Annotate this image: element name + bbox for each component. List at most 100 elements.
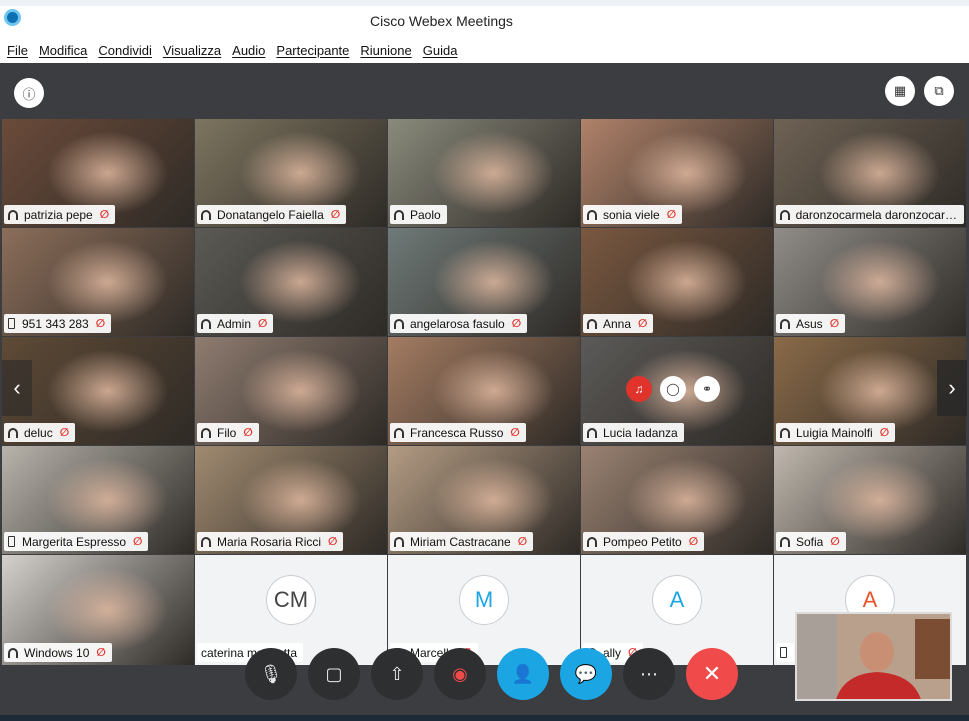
- participant-label: Luigia Mainolfi ∅: [776, 423, 896, 442]
- participant-tile[interactable]: Sofia ∅: [774, 446, 966, 554]
- chat-icon[interactable]: ◯: [660, 376, 686, 402]
- headset-icon: [394, 209, 404, 220]
- participant-tile[interactable]: Windows 10 ∅: [2, 555, 194, 665]
- participant-label: patrizia pepe ∅: [4, 205, 116, 224]
- headset-icon: [587, 536, 597, 547]
- participant-tile[interactable]: Filo ∅: [195, 337, 387, 445]
- participant-name: Francesca Russo: [410, 425, 504, 440]
- headset-icon: [780, 536, 790, 547]
- chat-button[interactable]: 💬: [560, 648, 612, 700]
- participant-tile[interactable]: Donatangelo Faiella ∅: [195, 119, 387, 227]
- close-icon: ✕: [702, 661, 722, 686]
- muted-microphone-icon: ∅: [638, 318, 648, 330]
- share-button[interactable]: ⇧: [371, 648, 423, 700]
- participant-tile[interactable]: daronzocarmela daronzocarmela: [774, 119, 966, 227]
- muted-microphone-icon: ∅: [829, 318, 840, 330]
- participant-tile[interactable]: sonia viele ∅: [581, 119, 773, 227]
- info-icon[interactable]: ⓘ: [14, 78, 44, 108]
- muted-microphone-icon: ∅: [95, 318, 106, 330]
- participant-name: Windows 10: [24, 645, 90, 660]
- record-icon: ◉: [452, 663, 468, 684]
- muted-microphone-icon: ∅: [133, 536, 143, 548]
- share-icon: ⇧: [389, 663, 405, 684]
- participant-label: Francesca Russo ∅: [390, 423, 526, 442]
- headset-icon: [201, 209, 211, 220]
- participant-tile[interactable]: Paolo: [388, 119, 580, 227]
- participant-name: Margerita Espresso: [22, 534, 127, 549]
- participants-button[interactable]: 👤: [497, 648, 549, 700]
- headset-icon: [394, 427, 404, 438]
- participant-label: sonia viele ∅: [583, 205, 683, 224]
- avatar: A: [652, 575, 702, 625]
- participant-label: 951 343 283 ∅: [4, 314, 112, 333]
- participant-name: deluc: [24, 425, 53, 440]
- video-button[interactable]: ▢: [308, 648, 360, 700]
- headset-icon: [780, 318, 790, 329]
- muted-microphone-icon: ∅: [688, 536, 699, 548]
- mute-button[interactable]: 🎙: [245, 648, 297, 700]
- muted-microphone-icon: ∅: [666, 209, 677, 221]
- microphone-icon: 🎙: [259, 663, 283, 684]
- menu-item-condividi[interactable]: Condividi: [98, 43, 151, 58]
- headset-icon: [587, 318, 597, 329]
- headset-icon: [394, 536, 404, 547]
- pin-icon[interactable]: ⚭: [694, 376, 720, 402]
- camera-icon: ▢: [325, 663, 343, 684]
- muted-microphone-icon: ∅: [830, 536, 840, 548]
- participant-tile[interactable]: angelarosa fasulo ∅: [388, 228, 580, 336]
- meeting-controls: 🎙 ▢ ⇧ ◉ 👤 💬 ⋯ ✕: [245, 648, 738, 704]
- headset-icon: [201, 536, 211, 547]
- muted-microphone-icon: ∅: [511, 318, 522, 330]
- participant-tile[interactable]: Maria Rosaria Ricci ∅: [195, 446, 387, 554]
- participant-label: Margerita Espresso ∅: [4, 532, 149, 551]
- next-page-button[interactable]: ›: [937, 360, 967, 416]
- participant-label: Anna ∅: [583, 314, 654, 333]
- participant-name: 951 343 283: [22, 316, 89, 331]
- menu-bar: File Modifica Condividi Visualizza Audio Part…: [0, 38, 969, 63]
- previous-page-button[interactable]: ‹: [2, 360, 32, 416]
- menu-item-riunione[interactable]: Riunione: [360, 43, 411, 58]
- participant-label: [776, 643, 794, 662]
- menu-item-guida[interactable]: Guida: [423, 43, 458, 58]
- participant-grid: patrizia pepe ∅ Donatangelo Faiella ∅ Paolo s…: [2, 119, 966, 665]
- participant-name: Miriam Castracane: [410, 534, 511, 549]
- taskbar: [0, 715, 969, 721]
- menu-item-partecipante[interactable]: Partecipante: [276, 43, 349, 58]
- participant-name: patrizia pepe: [24, 207, 93, 222]
- grid-layout-icon[interactable]: ▦: [885, 76, 915, 106]
- participant-name: sonia viele: [603, 207, 660, 222]
- participant-tile[interactable]: Francesca Russo ∅: [388, 337, 580, 445]
- avatar: CM: [266, 575, 316, 625]
- participant-name: Maria Rosaria Ricci: [217, 534, 322, 549]
- participant-name: Filo: [217, 425, 237, 440]
- leave-meeting-button[interactable]: ✕: [686, 648, 738, 700]
- phone-icon: [8, 318, 15, 329]
- microphone-icon[interactable]: ♫: [626, 376, 652, 402]
- participant-tile[interactable]: Pompeo Petito ∅: [581, 446, 773, 554]
- participant-name: Luigia Mainolfi: [796, 425, 873, 440]
- participant-label: Miriam Castracane ∅: [390, 532, 534, 551]
- headset-icon: [587, 427, 597, 438]
- more-button[interactable]: ⋯: [623, 648, 675, 700]
- self-view[interactable]: [795, 612, 952, 701]
- menu-item-modifica[interactable]: Modifica: [39, 43, 87, 58]
- muted-microphone-icon: ∅: [99, 209, 110, 221]
- popout-icon[interactable]: ⧉: [924, 76, 954, 106]
- phone-icon: [780, 647, 787, 658]
- participant-tile[interactable]: 951 343 283 ∅: [2, 228, 194, 336]
- record-button[interactable]: ◉: [434, 648, 486, 700]
- participant-tile[interactable]: Anna ∅: [581, 228, 773, 336]
- muted-microphone-icon: ∅: [879, 427, 890, 439]
- menu-item-visualizza[interactable]: Visualizza: [163, 43, 221, 58]
- participant-tile[interactable]: Miriam Castracane ∅: [388, 446, 580, 554]
- muted-microphone-icon: ∅: [510, 427, 520, 439]
- participant-tile[interactable]: Admin ∅: [195, 228, 387, 336]
- participant-tile[interactable]: patrizia pepe ∅: [2, 119, 194, 227]
- menu-item-file[interactable]: File: [7, 43, 28, 58]
- participant-tile[interactable]: Margerita Espresso ∅: [2, 446, 194, 554]
- participant-tile[interactable]: Asus ∅: [774, 228, 966, 336]
- participant-label: Donatangelo Faiella ∅: [197, 205, 347, 224]
- headset-icon: [394, 318, 404, 329]
- menu-item-audio[interactable]: Audio: [232, 43, 265, 58]
- participant-label: Windows 10 ∅: [4, 643, 112, 662]
